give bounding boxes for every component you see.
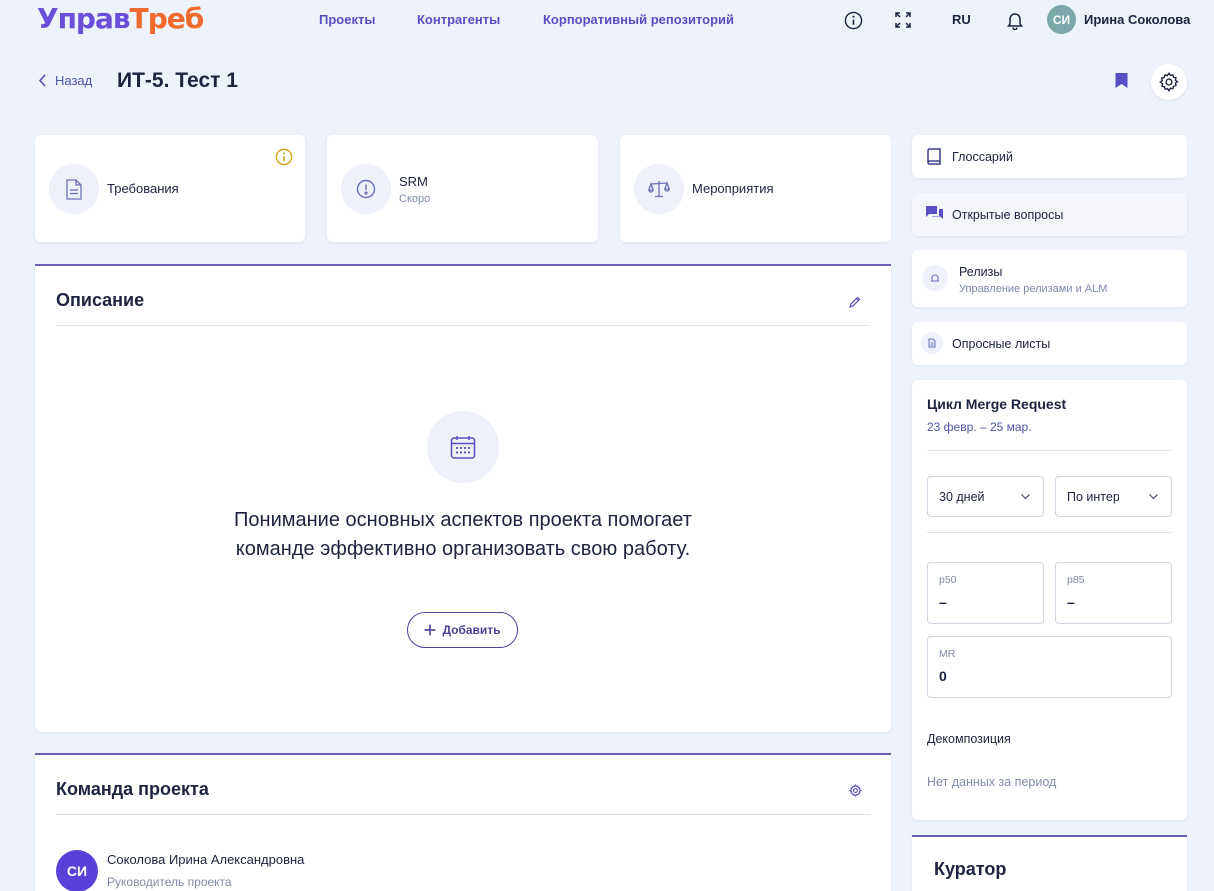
fullscreen-icon[interactable] — [892, 9, 914, 31]
mr-date-range: 23 февр. – 25 мар. — [927, 420, 1032, 434]
metric-label: p85 — [1067, 574, 1085, 586]
sidebar-link-glossary[interactable]: Глоссарий — [912, 135, 1187, 178]
metric-p85: p85 – — [1055, 562, 1172, 624]
metric-label: p50 — [939, 574, 957, 586]
metric-value: – — [939, 594, 947, 610]
app-logo[interactable]: УправТреб — [37, 2, 205, 35]
sidebar-link-open-questions[interactable]: Открытые вопросы — [912, 193, 1187, 236]
period-select-value: 30 дней — [939, 489, 985, 504]
survey-icon — [921, 332, 943, 354]
nav-counterparties[interactable]: Контрагенты — [417, 12, 500, 27]
member-name: Соколова Ирина Александровна — [107, 852, 305, 867]
user-name[interactable]: Ирина Соколова — [1084, 12, 1190, 27]
sidebar-link-label: Глоссарий — [952, 150, 1013, 164]
merge-request-card: Цикл Merge Request 23 февр. – 25 мар. 30… — [912, 380, 1187, 820]
document-icon — [49, 164, 99, 214]
mode-select[interactable]: По интервалам — [1055, 476, 1172, 517]
add-description-button[interactable]: Добавить — [407, 612, 518, 648]
back-label: Назад — [55, 73, 93, 88]
settings-button[interactable] — [1151, 64, 1187, 100]
divider — [927, 532, 1172, 533]
sidebar-link-releases[interactable]: Релизы Управление релизами и ALM — [912, 250, 1187, 307]
nav-projects[interactable]: Проекты — [319, 12, 375, 27]
chevron-down-icon — [1021, 494, 1030, 500]
metric-mr: MR 0 — [927, 636, 1172, 698]
curator-title: Куратор — [934, 859, 1007, 879]
nav-corporate-repository[interactable]: Корпоративный репозиторий — [543, 12, 734, 27]
warning-info-icon[interactable] — [275, 148, 293, 170]
mr-cycle-title: Цикл Merge Request — [927, 396, 1067, 412]
tile-label: Мероприятия — [692, 181, 774, 196]
chevron-down-icon — [1149, 494, 1158, 500]
empty-state-text: Понимание основных аспектов проекта помо… — [234, 509, 692, 560]
bookmark-icon[interactable] — [1114, 72, 1129, 93]
mode-select-value: По интервалам — [1067, 489, 1119, 504]
sidebar-link-surveys[interactable]: Опросные листы — [912, 322, 1187, 365]
divider — [927, 450, 1172, 451]
member-role: Руководитель проекта — [107, 875, 232, 889]
pencil-icon[interactable] — [849, 293, 861, 312]
add-label: Добавить — [442, 623, 501, 637]
top-header: УправТреб Проекты Контрагенты Корпоратив… — [0, 0, 1214, 40]
tile-requirements[interactable]: Требования — [35, 135, 305, 242]
chat-icon — [925, 205, 944, 222]
gear-icon — [1159, 72, 1179, 92]
metric-label: MR — [939, 648, 956, 660]
divider — [56, 814, 870, 815]
page-title: ИТ-5. Тест 1 — [117, 69, 238, 92]
metric-p50: p50 – — [927, 562, 1044, 624]
description-card: Описание Понимание основных аспектов про… — [35, 264, 891, 732]
language-switch[interactable]: RU — [952, 12, 971, 27]
book-icon — [926, 148, 942, 165]
metric-value: – — [1067, 594, 1075, 610]
decomposition-label: Декомпозиция — [927, 732, 1011, 746]
alert-circle-icon — [341, 164, 391, 214]
tile-srm[interactable]: SRM Скоро — [327, 135, 598, 242]
divider — [56, 325, 870, 326]
back-link[interactable]: Назад — [38, 73, 92, 88]
scales-icon — [634, 164, 684, 214]
team-card: Команда проекта СИ Соколова Ирина Алекса… — [35, 753, 891, 891]
calendar-icon — [427, 411, 499, 483]
sidebar-link-label: Опросные листы — [952, 337, 1051, 351]
metric-value: 0 — [939, 668, 947, 684]
user-avatar[interactable]: СИ — [1047, 5, 1076, 34]
logo-part-1: Управ — [37, 2, 131, 35]
tile-label: Требования — [107, 181, 179, 196]
team-settings-icon[interactable] — [849, 782, 862, 801]
sidebar-link-label: Релизы — [959, 265, 1003, 279]
curator-card: Куратор — [912, 835, 1187, 891]
member-avatar: СИ — [56, 850, 98, 891]
tile-sublabel: Скоро — [399, 193, 431, 205]
sidebar-link-label: Открытые вопросы — [952, 208, 1064, 222]
plus-icon — [424, 624, 436, 636]
tile-label: SRM — [399, 174, 428, 189]
bell-icon[interactable] — [1004, 9, 1026, 31]
logo-part-2: Треб — [129, 2, 205, 35]
chevron-left-icon — [38, 74, 46, 87]
description-title: Описание — [56, 290, 145, 310]
tile-events[interactable]: Мероприятия — [620, 135, 891, 242]
release-icon — [922, 265, 948, 291]
sidebar-link-sublabel: Управление релизами и ALM — [959, 283, 1108, 295]
team-title: Команда проекта — [56, 779, 209, 799]
info-icon[interactable] — [842, 9, 864, 31]
no-data-text: Нет данных за период — [927, 775, 1057, 789]
period-select[interactable]: 30 дней — [927, 476, 1044, 517]
